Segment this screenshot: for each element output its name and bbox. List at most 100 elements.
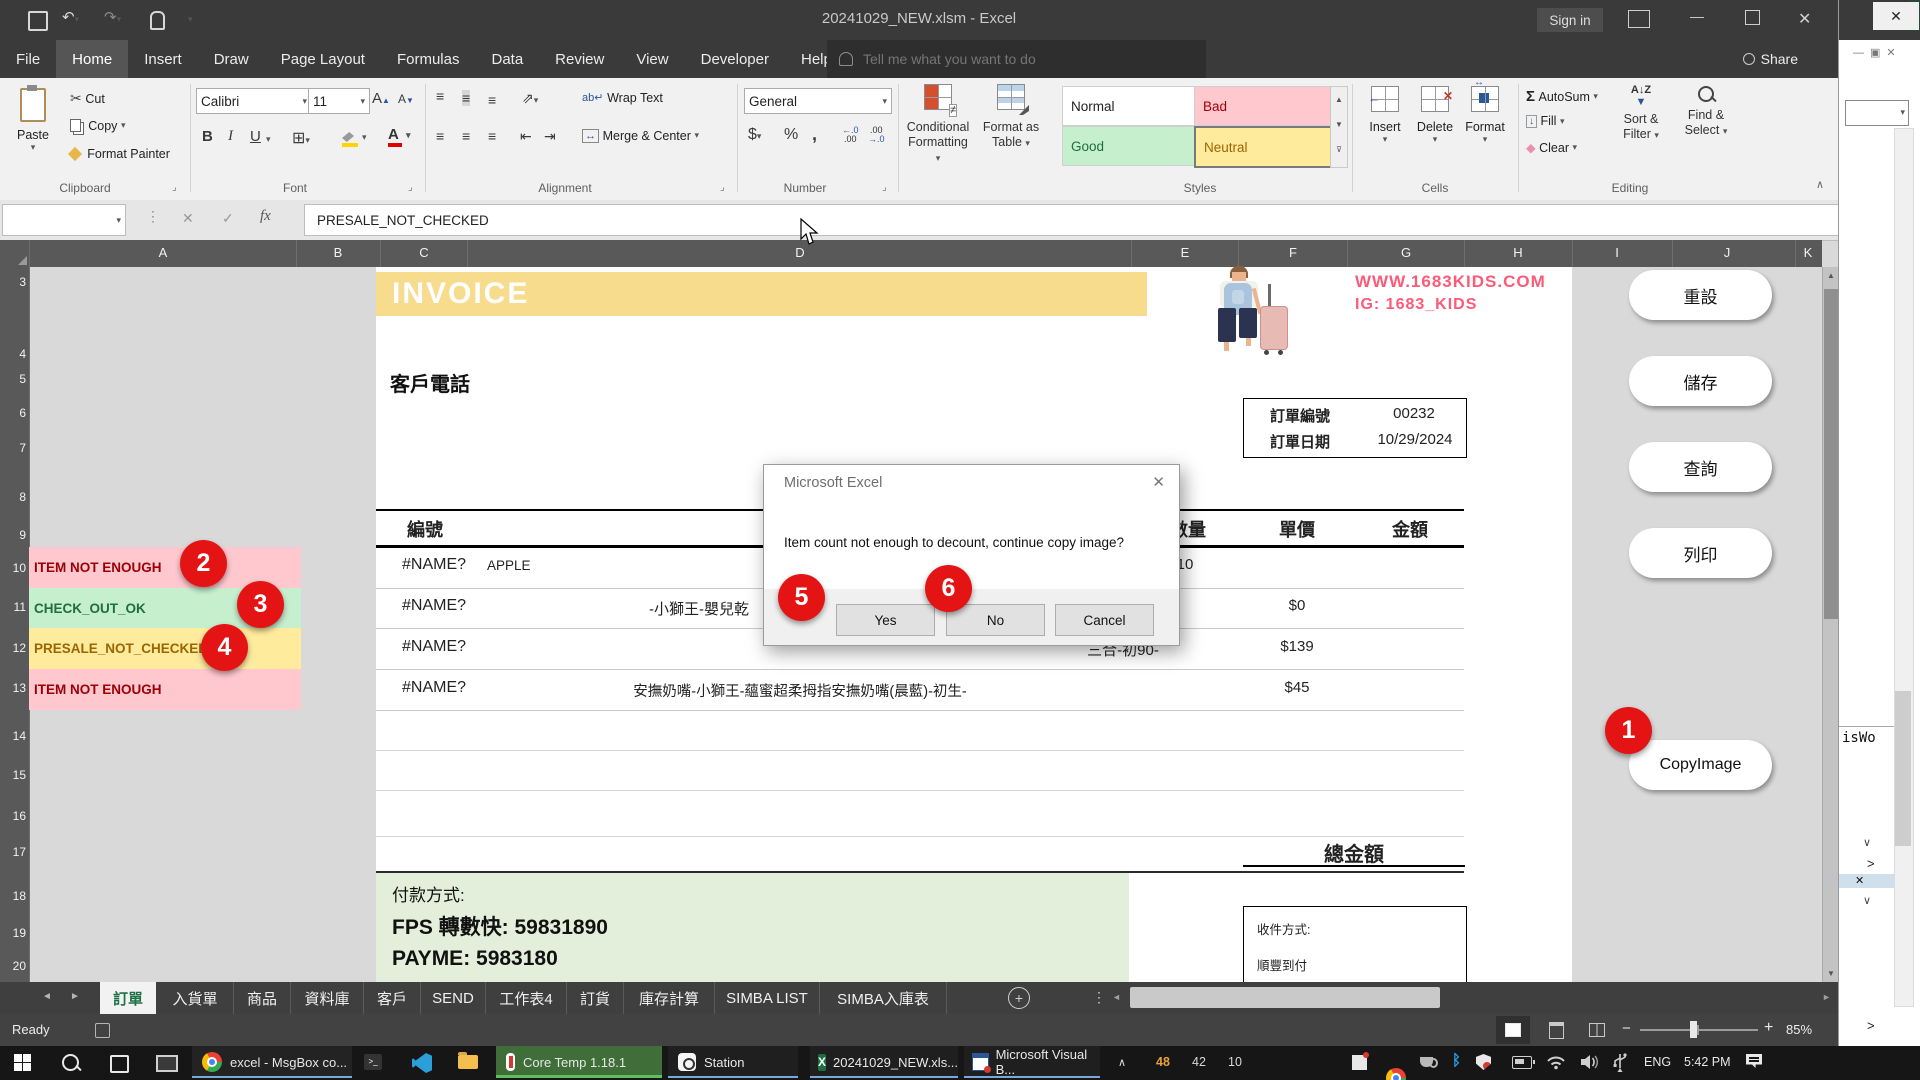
vbe-expand-icon[interactable]: > <box>1867 856 1875 871</box>
format-painter-button[interactable]: Format Painter <box>70 146 170 161</box>
hscroll-left-icon[interactable]: ◄ <box>1112 992 1121 1002</box>
sheet-tab-shangpin[interactable]: 商品 <box>234 982 291 1014</box>
row-header[interactable]: 14 <box>0 729 26 743</box>
minimize-icon[interactable]: — <box>1690 8 1704 24</box>
vbe-scrollbar[interactable] <box>1894 128 1914 1007</box>
tray-vb-icon[interactable] <box>1352 1055 1367 1070</box>
zoom-level[interactable]: 85% <box>1786 1022 1812 1037</box>
tab-file[interactable]: File <box>0 40 56 78</box>
find-select-button[interactable]: Find &Select ▾ <box>1676 84 1736 178</box>
tell-me-input[interactable] <box>861 50 1165 68</box>
sheet-tab-simba-list[interactable]: SIMBA LIST <box>715 982 820 1014</box>
row-header[interactable]: 5 <box>0 372 26 386</box>
underline-button[interactable]: U <box>250 128 261 145</box>
tab-review[interactable]: Review <box>539 40 620 78</box>
row-header[interactable]: 20 <box>0 959 26 973</box>
formula-cancel-icon[interactable]: ✕ <box>182 210 194 227</box>
reset-button[interactable]: 重設 <box>1629 270 1772 320</box>
number-dialog-launcher[interactable]: ⌟ <box>882 182 887 193</box>
sheet-tab-ziliaoku[interactable]: 資料庫 <box>291 982 364 1014</box>
horizontal-scrollbar-thumb[interactable] <box>1130 987 1440 1008</box>
font-size-combo[interactable]: 11▾ <box>308 88 370 114</box>
vscode-icon[interactable] <box>412 1053 432 1073</box>
task-view-icon[interactable] <box>110 1055 129 1073</box>
copy-button[interactable]: Copy ▾ <box>70 118 126 133</box>
dialog-close-icon[interactable]: ✕ <box>1152 473 1165 491</box>
conditional-formatting-button[interactable]: ≠ ConditionalFormatting ▾ <box>905 84 971 178</box>
tray-bluetooth-icon[interactable]: ᛒ <box>1452 1052 1461 1069</box>
taskbar-excel-window[interactable]: X 20241029_NEW.xls... <box>810 1046 958 1078</box>
col-header-g[interactable]: G <box>1391 245 1421 260</box>
decrease-indent-icon[interactable]: ⇤ <box>520 128 532 145</box>
format-cells-button[interactable]: ↔ Format▾ <box>1462 86 1508 145</box>
percent-button[interactable]: % <box>784 126 798 144</box>
table-row[interactable]: #NAME? <box>402 556 466 574</box>
zoom-slider-thumb[interactable] <box>1690 1021 1697 1038</box>
insert-cells-button[interactable]: ← Insert▾ <box>1362 86 1408 145</box>
taskbar-station-window[interactable]: Station <box>668 1046 798 1078</box>
table-row[interactable]: #NAME? <box>402 679 466 697</box>
align-left-icon[interactable]: ≡ <box>436 128 444 144</box>
save-record-button[interactable]: 儲存 <box>1629 356 1772 406</box>
table-cell-name[interactable]: -小獅王-嬰兒乾 <box>649 598 749 619</box>
search-icon[interactable] <box>62 1054 79 1071</box>
sheet-nav-right-icon[interactable]: ► <box>70 991 80 1002</box>
scroll-down-icon[interactable]: ▼ <box>1827 969 1835 978</box>
clipboard-dialog-launcher[interactable]: ⌟ <box>172 182 177 193</box>
no-button[interactable]: No <box>946 604 1045 636</box>
format-as-table-button[interactable]: Format asTable ▾ <box>978 84 1044 178</box>
clock[interactable]: 5:42 PM <box>1684 1055 1731 1069</box>
macro-record-icon[interactable] <box>95 1023 110 1038</box>
formula-enter-icon[interactable]: ✓ <box>222 210 234 227</box>
style-bad[interactable]: Bad <box>1194 86 1332 126</box>
sheet-tab-kucunjisuan[interactable]: 庫存計算 <box>624 982 715 1014</box>
align-middle-icon[interactable]: ≡ <box>462 90 470 106</box>
align-center-icon[interactable]: ≡ <box>462 128 470 144</box>
row-header[interactable]: 3 <box>0 275 26 289</box>
bold-button[interactable]: B <box>202 128 213 145</box>
scroll-up-icon[interactable]: ▲ <box>1827 271 1835 280</box>
style-good[interactable]: Good <box>1062 126 1200 166</box>
tray-wifi-icon[interactable] <box>1546 1054 1566 1070</box>
invoice-title-cell[interactable]: INVOICE <box>376 272 1147 316</box>
styles-gallery-scroll[interactable]: ▲▼⊽ <box>1330 86 1348 168</box>
row-header[interactable]: 19 <box>0 926 26 940</box>
currency-button[interactable]: $▾ <box>748 126 761 144</box>
sheet-tab-send[interactable]: SEND <box>421 982 486 1014</box>
cancel-button[interactable]: Cancel <box>1055 604 1154 636</box>
row-header[interactable]: 15 <box>0 768 26 782</box>
style-neutral[interactable]: Neutral <box>1194 126 1334 168</box>
col-header-c[interactable]: C <box>409 245 439 260</box>
taskbar-coretemp-window[interactable]: Core Temp 1.18.1 <box>496 1046 662 1078</box>
table-cell-name[interactable]: 安撫奶嘴-小獅王-蘊蜜超柔拇指安撫奶嘴(晨藍)-初生- <box>594 680 1006 701</box>
italic-button[interactable]: I <box>228 128 233 145</box>
fill-button[interactable]: ↓ Fill ▾ <box>1526 114 1564 128</box>
row-header[interactable]: 18 <box>0 889 26 903</box>
page-break-view-button[interactable] <box>1580 1016 1614 1044</box>
new-sheet-icon[interactable]: + <box>1008 987 1030 1009</box>
vbe-status-expand-icon[interactable]: > <box>1867 1018 1875 1033</box>
vbe-combo-box[interactable]: ▾ <box>1845 100 1909 126</box>
col-header-f[interactable]: F <box>1278 245 1308 260</box>
page-layout-view-button[interactable] <box>1540 1016 1572 1044</box>
row-header[interactable]: 6 <box>0 406 26 420</box>
row-header[interactable]: 16 <box>0 809 26 823</box>
sort-filter-button[interactable]: A↓Z▼ Sort &Filter ▾ <box>1612 84 1670 178</box>
fill-color-button[interactable]: ▾ <box>342 130 354 145</box>
copy-image-button[interactable]: CopyImage <box>1629 740 1772 790</box>
col-header-h[interactable]: H <box>1503 245 1533 260</box>
font-color-button[interactable]: A▾ <box>388 126 399 143</box>
tab-view[interactable]: View <box>620 40 684 78</box>
table-cell-name[interactable]: APPLE <box>487 558 531 573</box>
ribbon-display-options-icon[interactable] <box>1628 10 1650 28</box>
maximize-icon[interactable] <box>1745 10 1760 25</box>
borders-icon[interactable]: ⊞▾ <box>292 128 310 148</box>
insert-function-icon[interactable]: fx <box>260 208 271 225</box>
select-all-corner[interactable] <box>0 240 30 267</box>
console-icon[interactable]: >_ <box>364 1054 382 1070</box>
font-dialog-launcher[interactable]: ⌟ <box>408 182 413 193</box>
number-format-combo[interactable]: General▾ <box>744 88 892 114</box>
taskbar-chrome-window[interactable]: excel - MsgBox co... <box>192 1046 352 1078</box>
align-bottom-icon[interactable]: ≡ <box>488 92 496 108</box>
table-cell-unit[interactable]: $45 <box>1262 679 1332 696</box>
